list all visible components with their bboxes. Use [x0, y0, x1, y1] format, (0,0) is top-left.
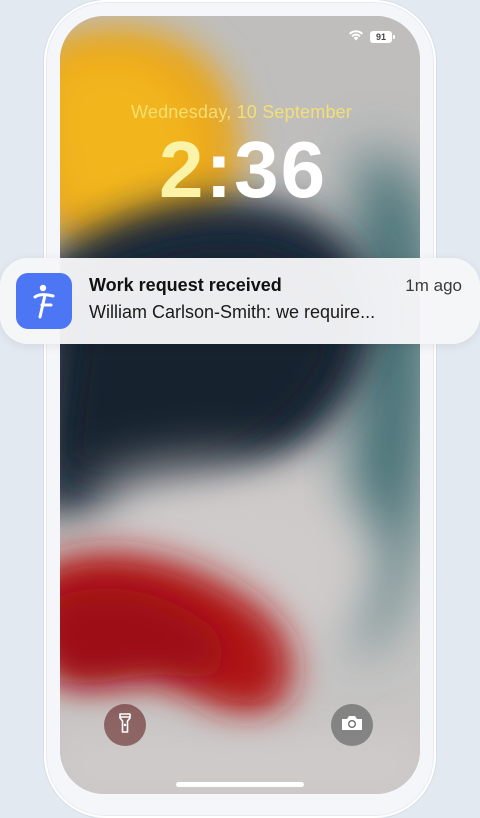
lock-date: Wednesday, 10 September — [131, 102, 353, 122]
lock-time-minutes: :36 — [205, 125, 328, 214]
status-bar: 91 — [348, 28, 395, 46]
camera-button[interactable] — [331, 704, 373, 746]
notification-title: Work request received — [89, 275, 282, 295]
flashlight-icon — [118, 712, 132, 739]
lock-screen: 91 Wednesday, 10 September 2:36 — [60, 16, 420, 794]
wifi-icon — [348, 28, 364, 46]
lock-time-hour: 2 — [159, 125, 206, 214]
notification-body: William Carlson-Smith: we require... — [89, 302, 376, 322]
notification-banner[interactable]: Work request received 1m ago William Car… — [0, 258, 480, 344]
camera-icon — [340, 714, 364, 737]
battery-indicator: 91 — [370, 31, 395, 43]
notification-time: 1m ago — [405, 276, 462, 295]
home-indicator[interactable] — [176, 782, 304, 787]
lock-time: 2:36 — [159, 130, 327, 210]
flashlight-button[interactable] — [104, 704, 146, 746]
app-logo-icon — [16, 273, 72, 329]
